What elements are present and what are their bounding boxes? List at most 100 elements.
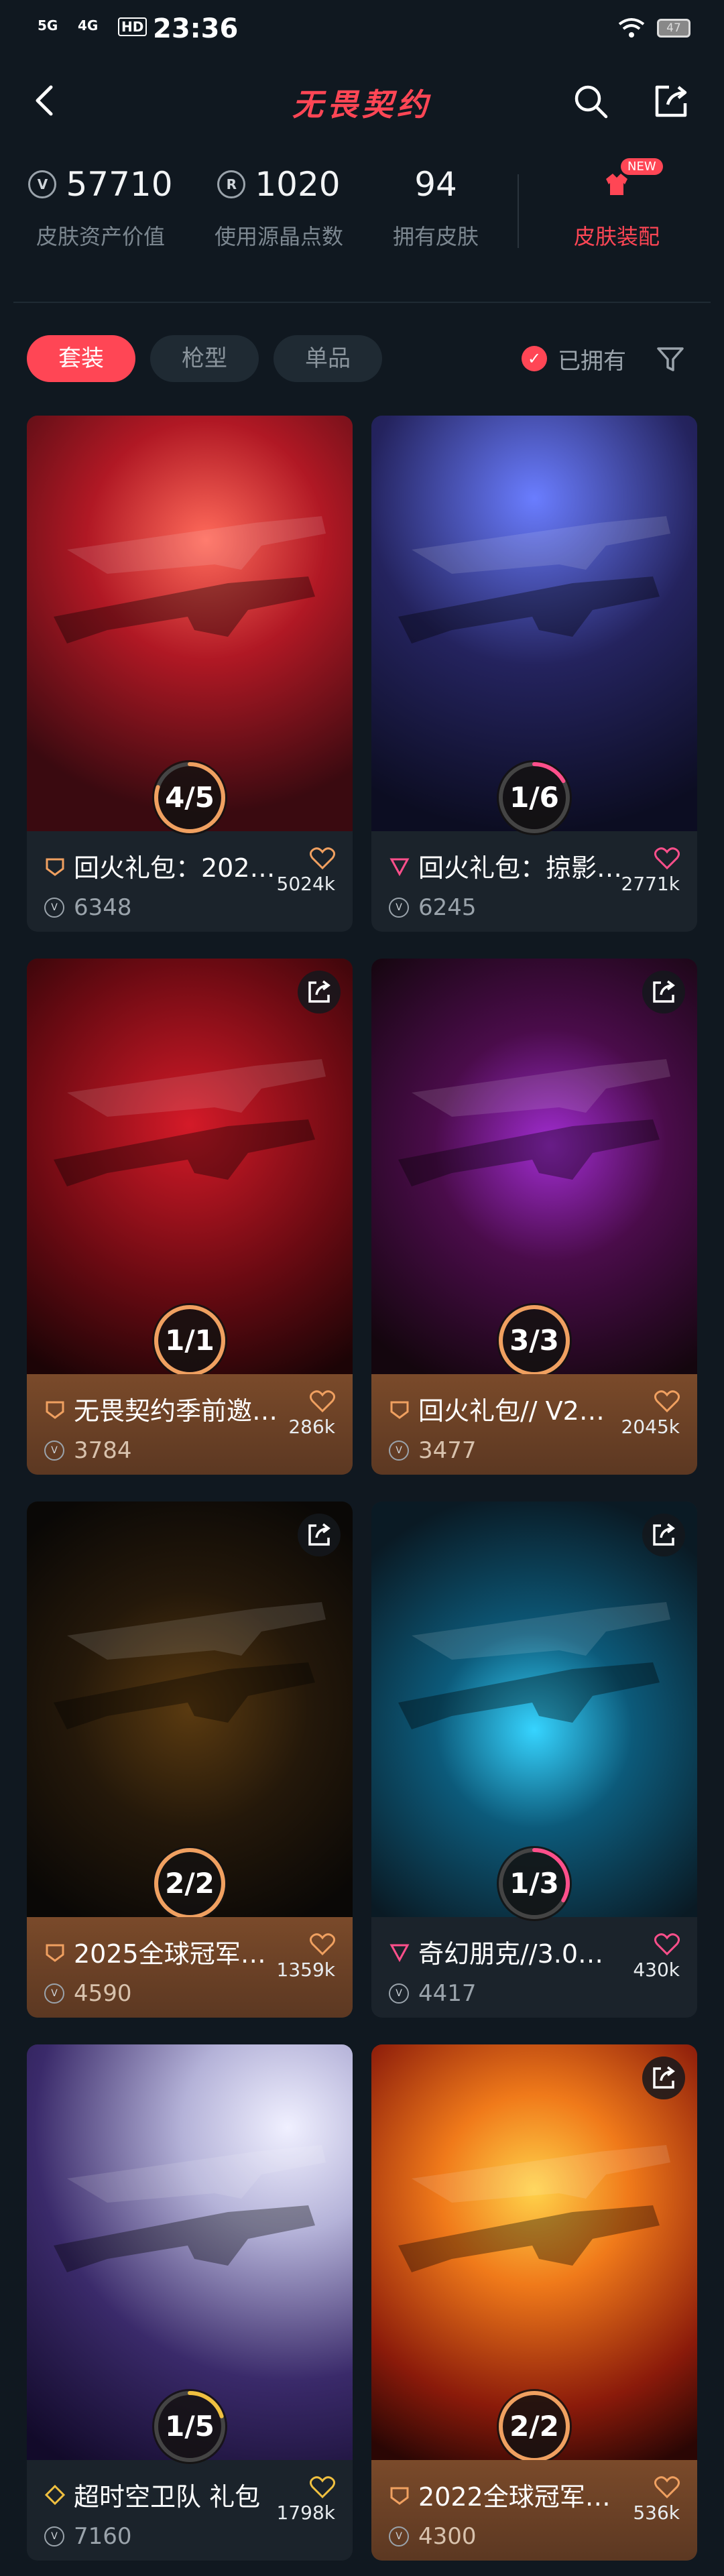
check-icon: ✓ xyxy=(522,346,547,371)
like-button[interactable]: 2771k xyxy=(619,847,680,895)
vp-coin-icon: V xyxy=(389,2526,409,2547)
vp-coin-icon: V xyxy=(389,1983,409,2004)
bundle-price: 3477 xyxy=(418,1437,477,1464)
bundle-card[interactable]: 4/5 回火礼包：202… V 6348 5024k xyxy=(27,416,353,932)
search-icon[interactable] xyxy=(570,80,611,122)
status-bar: 5G 4G HD 23:36 47 xyxy=(0,0,724,60)
tab-single-item[interactable]: 单品 xyxy=(274,335,382,382)
bundle-card[interactable]: 3/3 回火礼包// V2… V 3477 2045k xyxy=(371,959,697,1475)
bundle-artwork: 2/2 xyxy=(371,2044,697,2464)
bundle-name: 回火礼包：掠影… xyxy=(418,853,623,883)
bundle-name-row: 超时空卫队 礼包 xyxy=(44,2476,299,2513)
share-icon[interactable] xyxy=(650,80,692,122)
bundle-card[interactable]: 1/6 回火礼包：掠影… V 6245 2771k xyxy=(371,416,697,932)
bundle-info: 回火礼包// V2… V 3477 2045k xyxy=(371,1374,697,1475)
owned-toggle[interactable]: ✓ 已拥有 xyxy=(522,335,626,382)
bundle-name: 2022全球冠军… xyxy=(418,2482,611,2512)
heart-icon[interactable] xyxy=(654,1933,680,1956)
like-button[interactable]: 536k xyxy=(619,2476,680,2524)
progress-ring: 2/2 xyxy=(149,1843,230,1924)
heart-icon[interactable] xyxy=(310,1933,335,1956)
share-icon[interactable] xyxy=(298,1514,341,1556)
bundle-info: 奇幻朋克//3.0… V 4417 430k xyxy=(371,1917,697,2018)
owned-skins-label: 拥有皮肤 xyxy=(392,224,479,249)
bundle-name-row: 2022全球冠军… xyxy=(389,2476,644,2513)
progress-ring: 2/2 xyxy=(494,2386,575,2467)
heart-icon[interactable] xyxy=(310,2476,335,2499)
gold-tier-icon xyxy=(390,2487,409,2505)
owned-skins-value: 94 xyxy=(414,165,457,204)
vp-coin-icon: V xyxy=(28,170,57,198)
progress-text: 1/6 xyxy=(509,781,559,814)
radianite-label: 使用源晶点数 xyxy=(214,224,343,249)
like-count: 5024k xyxy=(276,873,335,895)
signal-5g: 5G xyxy=(38,17,58,34)
bundle-name: 超时空卫队 礼包 xyxy=(74,2482,261,2512)
like-count: 536k xyxy=(633,2502,680,2524)
bundle-card[interactable]: 2/2 2025全球冠军… V 4590 1359k xyxy=(27,1501,353,2018)
bundle-card[interactable]: 2/2 2022全球冠军… V 4300 536k xyxy=(371,2044,697,2561)
share-icon[interactable] xyxy=(298,971,341,1014)
bundle-artwork: 3/3 xyxy=(371,959,697,1378)
owned-label: 已拥有 xyxy=(558,347,626,375)
bundle-info: 回火礼包：202… V 6348 5024k xyxy=(27,831,353,932)
like-button[interactable]: 2045k xyxy=(619,1390,680,1438)
bundle-card[interactable]: 1/5 超时空卫队 礼包 V 7160 1798k xyxy=(27,2044,353,2561)
bundle-card[interactable]: 1/3 奇幻朋克//3.0… V 4417 430k xyxy=(371,1501,697,2018)
bundle-card[interactable]: 1/1 无畏契约季前邀… V 3784 286k xyxy=(27,959,353,1475)
bundle-name-row: 回火礼包：202… xyxy=(44,847,299,884)
filter-bar: 套装 枪型 单品 ✓ 已拥有 xyxy=(27,335,697,382)
app-header: 无畏契约 xyxy=(0,60,724,141)
like-button[interactable]: 430k xyxy=(619,1933,680,1981)
tab-bundle[interactable]: 套装 xyxy=(27,335,135,382)
bundle-artwork: 1/1 xyxy=(27,959,353,1378)
bundle-price: 3784 xyxy=(74,1437,132,1464)
heart-icon[interactable] xyxy=(654,2476,680,2499)
page-title: 无畏契约 xyxy=(292,86,432,123)
share-icon[interactable] xyxy=(642,971,685,1014)
stats-divider xyxy=(518,174,519,248)
progress-text: 3/3 xyxy=(509,1324,559,1357)
bundle-price: 4590 xyxy=(74,1980,132,2007)
like-count: 1359k xyxy=(276,1959,335,1981)
radianite-value: 1020 xyxy=(255,165,341,204)
asset-value: 57710 xyxy=(66,165,173,204)
skin-outfit-button[interactable]: NEW 皮肤装配 xyxy=(536,158,697,251)
like-button[interactable]: 5024k xyxy=(275,847,335,895)
yellow-tier-icon xyxy=(44,2484,66,2505)
bundle-artwork: 2/2 xyxy=(27,1501,353,1921)
tab-gun-type[interactable]: 枪型 xyxy=(150,335,259,382)
share-icon[interactable] xyxy=(642,1514,685,1556)
outfit-label: 皮肤装配 xyxy=(573,224,660,249)
bundle-info: 2022全球冠军… V 4300 536k xyxy=(371,2460,697,2561)
heart-icon[interactable] xyxy=(654,847,680,870)
progress-ring: 1/3 xyxy=(494,1843,575,1924)
like-count: 2771k xyxy=(621,873,680,895)
like-count: 430k xyxy=(633,1959,680,1981)
gold-tier-icon xyxy=(46,1944,64,1962)
heart-icon[interactable] xyxy=(310,1390,335,1413)
pink-tier-icon xyxy=(389,1944,410,1962)
like-button[interactable]: 1359k xyxy=(275,1933,335,1981)
heart-icon[interactable] xyxy=(310,847,335,870)
progress-ring: 3/3 xyxy=(494,1300,575,1381)
bundle-price-row: V 6245 xyxy=(389,894,477,921)
like-count: 1798k xyxy=(276,2502,335,2524)
share-icon[interactable] xyxy=(642,2057,685,2099)
like-button[interactable]: 286k xyxy=(275,1390,335,1438)
heart-icon[interactable] xyxy=(654,1390,680,1413)
progress-text: 2/2 xyxy=(165,1867,215,1900)
radianite-stat: R 1020 使用源晶点数 xyxy=(192,161,366,251)
like-button[interactable]: 1798k xyxy=(275,2476,335,2524)
vp-coin-icon: V xyxy=(44,1440,64,1461)
bundle-info: 无畏契约季前邀… V 3784 286k xyxy=(27,1374,353,1475)
bundle-name-row: 无畏契约季前邀… xyxy=(44,1390,299,1427)
bundle-name-row: 回火礼包// V2… xyxy=(389,1390,644,1427)
filter-funnel-icon[interactable] xyxy=(656,345,685,374)
bundle-price: 6348 xyxy=(74,894,132,921)
bundle-price-row: V 4590 xyxy=(44,1980,132,2007)
bundle-price-row: V 6348 xyxy=(44,894,132,921)
bundle-name-row: 2025全球冠军… xyxy=(44,1933,299,1970)
bundle-info: 回火礼包：掠影… V 6245 2771k xyxy=(371,831,697,932)
bundle-price: 6245 xyxy=(418,894,477,921)
